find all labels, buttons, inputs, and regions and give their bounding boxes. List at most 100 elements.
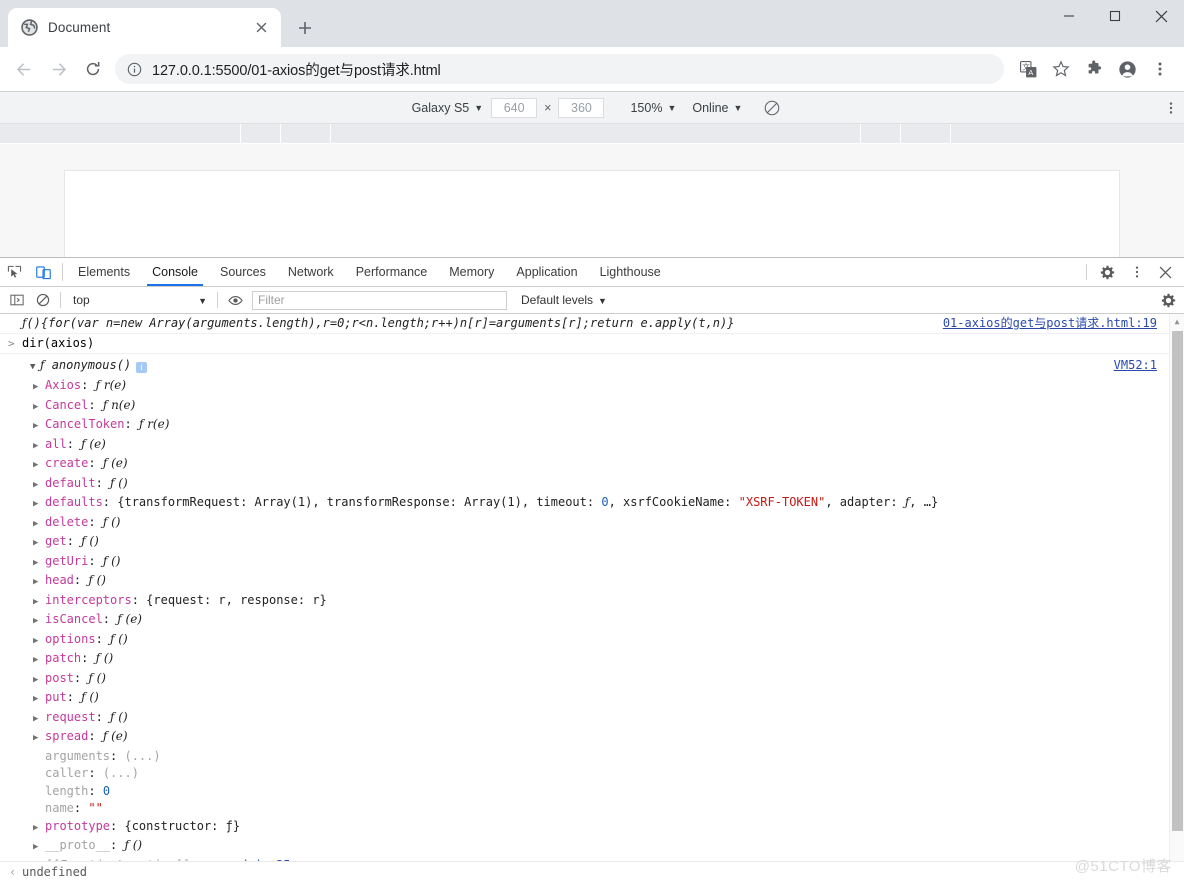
tab-elements[interactable]: Elements (67, 258, 141, 286)
info-circle-icon[interactable] (127, 62, 142, 77)
info-badge-icon[interactable]: i (136, 362, 148, 373)
console-property-row[interactable]: ▶ isCancel: ƒ (e) (0, 611, 1169, 631)
close-icon[interactable] (1138, 0, 1184, 32)
console-property-row[interactable]: caller: (...) (0, 765, 1169, 783)
tab-label: Lighthouse (599, 265, 661, 279)
disclosure-triangle-icon[interactable]: ▶ (33, 691, 43, 709)
disclosure-triangle-icon[interactable]: ▶ (33, 535, 43, 553)
browser-tab[interactable]: Document (8, 8, 281, 47)
devtools-more-icon[interactable] (1122, 265, 1151, 279)
tab-memory[interactable]: Memory (438, 258, 505, 286)
disclosure-triangle-icon[interactable]: ▶ (33, 839, 43, 857)
tab-close-icon[interactable] (252, 18, 271, 37)
puzzle-icon[interactable] (1078, 53, 1110, 85)
minimize-icon[interactable] (1046, 0, 1092, 32)
disclosure-triangle-icon[interactable]: ▶ (33, 820, 43, 838)
disclosure-triangle-icon[interactable]: ▶ (33, 730, 43, 748)
console-property-row[interactable]: ▶ getUri: ƒ () (0, 553, 1169, 573)
disclosure-triangle-icon[interactable]: ▶ (33, 711, 43, 729)
disclosure-triangle-icon[interactable]: ▶ (33, 477, 43, 495)
console-property-row[interactable]: ▶ Cancel: ƒ n(e) (0, 397, 1169, 417)
disclosure-triangle-icon[interactable]: ▶ (33, 438, 43, 456)
tab-application[interactable]: Application (505, 258, 588, 286)
disclosure-triangle-icon[interactable]: ▶ (33, 399, 43, 417)
source-link[interactable]: 01-axios的get与post请求.html:19 (943, 316, 1157, 331)
console-property-row[interactable]: ▶ delete: ƒ () (0, 514, 1169, 534)
gear-icon[interactable] (1093, 265, 1122, 280)
console-property-row[interactable]: ▶ options: ƒ () (0, 631, 1169, 651)
disclosure-triangle-icon[interactable]: ▶ (33, 633, 43, 651)
back-arrow-icon[interactable] (8, 53, 41, 86)
console-property-row[interactable]: ▶ __proto__: ƒ () (0, 837, 1169, 857)
console-property-row[interactable]: ▶ spread: ƒ (e) (0, 728, 1169, 748)
devtools-close-icon[interactable] (1151, 266, 1180, 279)
device-height-input[interactable]: 360 (558, 97, 605, 118)
device-toolbar-more-icon[interactable] (1164, 101, 1178, 115)
maximize-icon[interactable] (1092, 0, 1138, 32)
kebab-menu-icon[interactable] (1144, 53, 1176, 85)
disclosure-triangle-icon[interactable]: ▶ (33, 457, 43, 475)
execution-context-select[interactable]: top ▼ (65, 293, 213, 307)
tab-console[interactable]: Console (141, 258, 209, 286)
object-source-link[interactable]: VM52:1 (1114, 358, 1157, 373)
forward-arrow-icon[interactable] (42, 53, 75, 86)
clear-console-icon[interactable] (30, 287, 56, 313)
rotate-icon[interactable] (764, 100, 780, 116)
console-sidebar-icon[interactable] (4, 287, 30, 313)
scroll-up-arrow-icon[interactable]: ▲ (1170, 314, 1184, 329)
disclosure-triangle-icon[interactable]: ▶ (33, 496, 43, 514)
device-zoom-select[interactable]: 150% ▼ (622, 101, 684, 115)
console-property-row[interactable]: name: "" (0, 800, 1169, 818)
console-settings-gear-icon[interactable] (1155, 287, 1181, 313)
translate-icon[interactable]: 文 A (1012, 53, 1044, 85)
console-output[interactable]: ƒ (){for(var n=new Array(arguments.length… (0, 314, 1184, 861)
console-property-row[interactable]: ▶ interceptors: {request: r, response: r} (0, 592, 1169, 612)
scrollbar-thumb[interactable] (1172, 331, 1183, 831)
console-property-row[interactable]: ▶ all: ƒ (e) (0, 436, 1169, 456)
device-toolbar-icon[interactable] (29, 258, 58, 286)
console-property-row[interactable]: ▶ head: ƒ () (0, 572, 1169, 592)
address-bar[interactable]: 127.0.0.1:5500/01-axios的get与post请求.html (115, 54, 1004, 84)
console-property-row[interactable]: ▶ get: ƒ () (0, 533, 1169, 553)
property-value: ƒ () (124, 838, 143, 852)
console-scrollbar[interactable]: ▲ (1169, 314, 1184, 861)
console-property-row[interactable]: ▶ CancelToken: ƒ r(e) (0, 416, 1169, 436)
inspect-element-icon[interactable] (0, 258, 29, 286)
console-property-row[interactable]: ▶ post: ƒ () (0, 670, 1169, 690)
device-width-input[interactable]: 640 (491, 97, 538, 118)
console-property-row[interactable]: ▶ defaults: {transformRequest: Array(1), … (0, 494, 1169, 514)
console-property-row[interactable]: ▶ put: ƒ () (0, 689, 1169, 709)
console-property-row[interactable]: ▶ prototype: {constructor: ƒ} (0, 818, 1169, 838)
device-select[interactable]: Galaxy S5 ▼ (404, 101, 492, 115)
console-property-row[interactable]: length: 0 (0, 783, 1169, 801)
disclosure-triangle-icon[interactable]: ▶ (33, 418, 43, 436)
console-property-row[interactable]: ▶ patch: ƒ () (0, 650, 1169, 670)
disclosure-triangle-icon[interactable]: ▶ (33, 516, 43, 534)
console-filter-input[interactable]: Filter (252, 290, 507, 310)
console-property-row[interactable]: ▶ create: ƒ (e) (0, 455, 1169, 475)
disclosure-triangle-icon[interactable]: ▶ (33, 613, 43, 631)
console-property-row[interactable]: ▶ request: ƒ () (0, 709, 1169, 729)
disclosure-triangle-icon[interactable]: ▶ (33, 555, 43, 573)
eye-icon[interactable] (222, 287, 248, 313)
log-levels-select[interactable]: Default levels ▼ (521, 293, 607, 307)
console-property-row[interactable]: ▶ default: ƒ () (0, 475, 1169, 495)
console-property-row[interactable]: arguments: (...) (0, 748, 1169, 766)
disclosure-triangle-icon[interactable]: ▶ (33, 594, 43, 612)
disclosure-triangle-icon[interactable]: ▶ (33, 379, 43, 397)
network-throttling-select[interactable]: Online ▼ (684, 101, 750, 115)
new-tab-button[interactable] (290, 13, 320, 43)
disclosure-triangle-icon[interactable]: ▶ (33, 652, 43, 670)
tab-sources[interactable]: Sources (209, 258, 277, 286)
tab-lighthouse[interactable]: Lighthouse (589, 258, 672, 286)
console-property-row[interactable]: ▶ Axios: ƒ r(e) (0, 377, 1169, 397)
star-icon[interactable] (1045, 53, 1077, 85)
disclosure-triangle-icon[interactable]: ▶ (33, 672, 43, 690)
disclosure-triangle-open-icon[interactable]: ▼ (30, 360, 40, 375)
tab-network[interactable]: Network (277, 258, 345, 286)
reload-icon[interactable] (76, 53, 109, 86)
console-object-header[interactable]: ▼ ƒ anonymous() i VM52:1 (0, 354, 1169, 377)
disclosure-triangle-icon[interactable]: ▶ (33, 574, 43, 592)
tab-performance[interactable]: Performance (345, 258, 439, 286)
avatar-icon[interactable] (1111, 53, 1143, 85)
